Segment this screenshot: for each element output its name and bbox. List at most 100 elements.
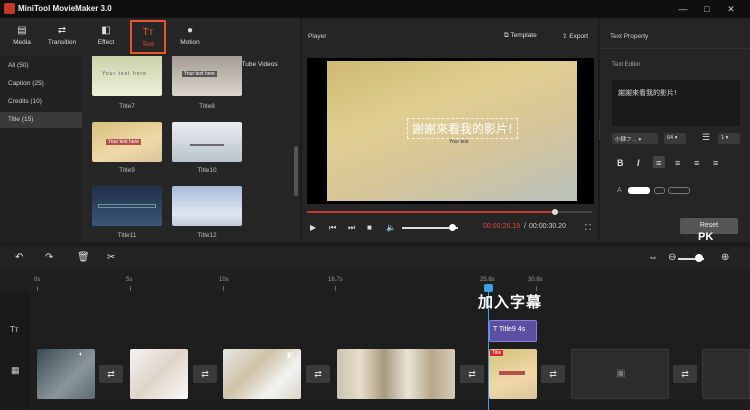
shadow-color-swatch[interactable]	[668, 187, 690, 194]
transition-slot[interactable]: ⇄	[306, 365, 330, 383]
template-title11[interactable]	[92, 186, 162, 226]
font-select[interactable]: 小隸フ… ▾	[612, 133, 658, 144]
template-title11-frame	[98, 204, 156, 208]
timeline-ruler[interactable]: 0s 5s 10s 16.7s 25.8s 30.8s	[0, 269, 750, 291]
undo-icon[interactable]: ↶	[15, 252, 23, 263]
tool-effect[interactable]: ◧ Effect	[84, 20, 128, 54]
category-caption[interactable]: Caption (25)	[0, 76, 82, 92]
empty-clip-slot[interactable]	[702, 349, 750, 399]
app-logo-icon	[4, 3, 15, 14]
volume-icon[interactable]: 🔈	[386, 223, 396, 232]
text-template-gallery: ▣ Download YouTube Videos Your text here…	[82, 56, 300, 242]
redo-icon[interactable]: ↷	[45, 252, 53, 263]
main-toolbar: ▤ Media ⇄ Transition ◧ Effect Tт Text ● …	[0, 18, 300, 56]
tool-effect-label: Effect	[97, 39, 115, 46]
tool-transition[interactable]: ⇄ Transition	[40, 20, 84, 54]
align-justify-icon[interactable]: ≡	[713, 158, 718, 168]
timeline-toolbar: ↶ ↷ 🗑 ✂ ⇔ ⊖ ⊕	[0, 247, 750, 269]
template-title7[interactable]: Your text here	[92, 56, 162, 96]
video-preview[interactable]: 謝謝來看我的影片! Your text	[307, 58, 594, 204]
tool-transition-label: Transition	[47, 39, 77, 46]
tool-motion-label: Motion	[180, 39, 200, 46]
transition-slot[interactable]: ⇄	[460, 365, 484, 383]
align-right-icon[interactable]: ≡	[694, 158, 699, 168]
ruler-mark: 16.7s	[328, 277, 343, 283]
stop-icon[interactable]: ■	[367, 223, 372, 232]
tool-motion[interactable]: ● Motion	[168, 20, 212, 54]
video-clip-food3[interactable]	[337, 349, 455, 399]
volume-handle[interactable]	[449, 224, 457, 231]
font-size-value: 64	[667, 135, 674, 141]
minimize-button[interactable]: —	[676, 2, 690, 16]
bold-button[interactable]: B	[617, 158, 624, 168]
playback-progress-fill	[307, 211, 555, 213]
template-title8[interactable]: Your text here	[172, 56, 242, 96]
template-title9[interactable]: Your text here	[92, 122, 162, 162]
video-clip-cat[interactable]: ◐	[37, 349, 95, 399]
text-color-icon: A	[617, 187, 622, 194]
line-spacing-select[interactable]: 1 ▾	[718, 133, 740, 144]
video-frame: 謝謝來看我的影片! Your text	[327, 61, 577, 201]
transition-slot[interactable]: ⇄	[541, 365, 565, 383]
video-clip-title9[interactable]: Title	[489, 349, 537, 399]
title-clip[interactable]: T Title9 4s	[489, 320, 537, 342]
category-all[interactable]: All (50)	[0, 58, 82, 74]
category-title[interactable]: Title (15)	[0, 112, 82, 128]
app-title: MiniTool MovieMaker 3.0	[18, 4, 112, 13]
outline-color-swatch[interactable]	[654, 187, 665, 194]
tool-media[interactable]: ▤ Media	[0, 20, 44, 54]
zoom-handle[interactable]	[695, 254, 703, 262]
text-editor-input[interactable]: 謝謝來看我的影片!	[612, 80, 740, 126]
delete-icon[interactable]: 🗑	[77, 252, 90, 263]
category-credits[interactable]: Credits (10)	[0, 94, 82, 110]
transition-slot[interactable]: ⇄	[99, 365, 123, 383]
align-center-icon[interactable]: ≡	[675, 158, 680, 168]
transition-slot[interactable]: ⇄	[673, 365, 697, 383]
play-icon[interactable]: ▶	[310, 223, 316, 232]
font-size-select[interactable]: 64 ▾	[664, 133, 686, 144]
tool-text[interactable]: Tт Text	[130, 20, 166, 54]
template-title10-caption: Title10	[197, 167, 217, 174]
template-title12[interactable]	[172, 186, 242, 226]
prev-frame-icon[interactable]: ⏮	[329, 223, 336, 233]
video-clip-food2[interactable]: ◧	[223, 349, 301, 399]
text-track[interactable]	[30, 291, 750, 344]
text-property-panel: Text Property Text Editor 謝謝來看我的影片! 小隸フ……	[600, 18, 750, 243]
template-button[interactable]: ⧉ Template	[504, 32, 537, 40]
zoom-in-icon[interactable]: ⊕	[721, 252, 729, 263]
gallery-scrollbar[interactable]	[294, 146, 298, 196]
export-label: Export	[569, 33, 589, 40]
ruler-mark: 10s	[219, 277, 229, 283]
preview-subtitle-small: Your text	[449, 139, 469, 145]
playback-progress[interactable]	[307, 209, 592, 215]
fit-icon[interactable]: ⇔	[648, 252, 658, 263]
align-left-icon[interactable]: ≡	[656, 158, 661, 168]
playback-progress-handle[interactable]	[551, 209, 558, 215]
text-color-swatch[interactable]	[628, 187, 650, 194]
folder-icon: ▤	[17, 25, 27, 36]
ruler-mark: 5s	[126, 277, 133, 283]
italic-button[interactable]: I	[637, 158, 640, 168]
zoom-out-icon[interactable]: ⊖	[668, 252, 676, 263]
text-editor-label: Text Editor	[612, 62, 641, 68]
preview-subtitle[interactable]: 謝謝來看我的影片!	[407, 118, 518, 139]
divider	[600, 48, 750, 49]
player-panel: Player ⧉ Template ⇪ Export 謝謝來看我的影片! You…	[302, 18, 598, 242]
total-time: 00:00:30.20	[529, 223, 566, 230]
template-title9-preview: Your text here	[106, 139, 141, 145]
close-button[interactable]: ✕	[724, 2, 738, 16]
current-time: 00:00:26.19	[483, 223, 520, 230]
empty-clip-slot[interactable]: ▣	[571, 349, 669, 399]
split-icon[interactable]: ✂	[107, 252, 115, 263]
export-button[interactable]: ⇪ Export	[562, 32, 588, 40]
template-title10-line	[190, 144, 224, 146]
motion-icon: ●	[186, 25, 194, 36]
text-track-icon: Tт	[10, 325, 19, 334]
transition-slot[interactable]: ⇄	[193, 365, 217, 383]
template-title10[interactable]	[172, 122, 242, 162]
fullscreen-icon[interactable]: ⛶	[585, 223, 591, 233]
template-title9-caption: Title9	[119, 167, 135, 174]
maximize-button[interactable]: □	[700, 2, 714, 16]
next-frame-icon[interactable]: ⏭	[348, 223, 355, 233]
video-clip-food1[interactable]	[130, 349, 188, 399]
